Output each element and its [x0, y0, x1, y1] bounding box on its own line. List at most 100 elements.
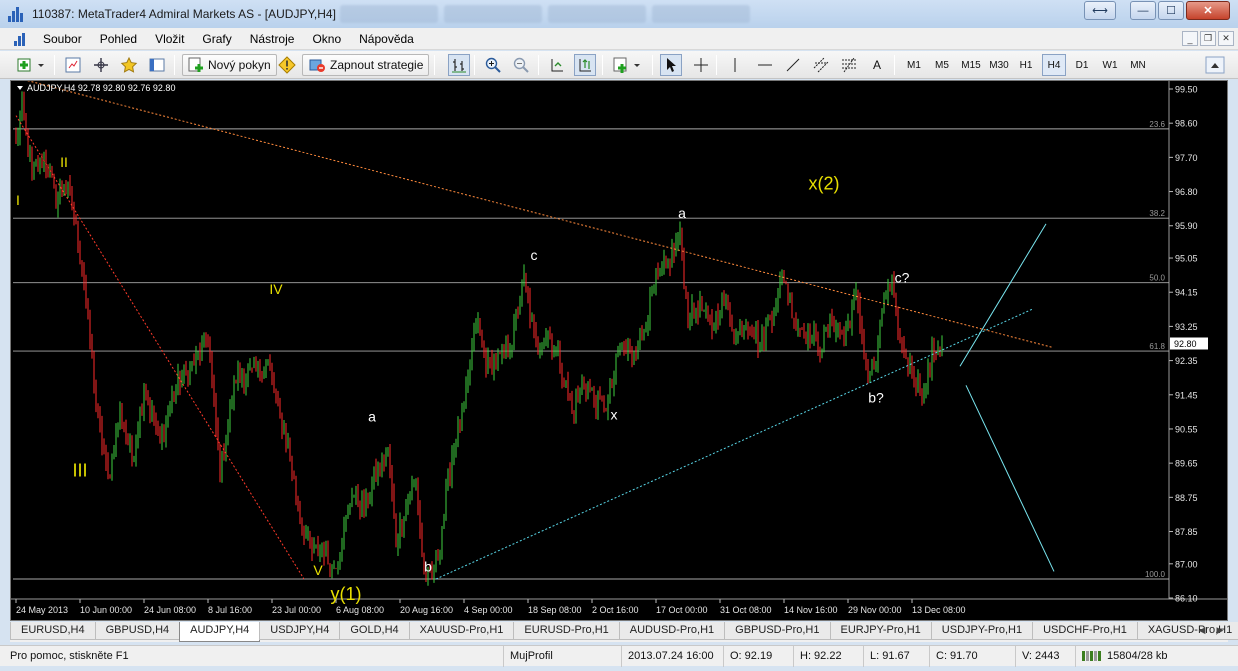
price-tick-label: 99.50 — [1175, 85, 1198, 95]
new-chart-button[interactable] — [14, 54, 48, 76]
zoom-in-icon[interactable] — [482, 54, 504, 76]
chart-area[interactable]: 99.50 98.60 97.70 96.80 95.90 95.05 94.15 93.25… — [10, 80, 1228, 621]
cursor-icon[interactable] — [660, 54, 682, 76]
close-button[interactable]: ✕ — [1186, 1, 1230, 20]
price-tick-label: 90.55 — [1175, 424, 1198, 434]
mdi-minimize-button[interactable]: _ — [1182, 31, 1198, 46]
chart-tab[interactable]: AUDJPY,H4 — [179, 622, 261, 642]
fibonacci-level-label: 50.0 — [1149, 274, 1165, 283]
autotrading-button[interactable]: Zapnout strategie — [302, 54, 430, 76]
timeframe-m30[interactable]: M30 — [985, 54, 1013, 76]
time-tick-label: 24 May 2013 — [16, 605, 68, 615]
status-traffic-text: 15804/28 kb — [1107, 650, 1168, 662]
wave-sublabel: a — [368, 408, 376, 424]
vertical-line-icon[interactable] — [724, 54, 746, 76]
mdi-close-button[interactable]: ✕ — [1218, 31, 1234, 46]
timeframe-d1[interactable]: D1 — [1070, 54, 1094, 76]
time-tick-label: 8 Jul 16:00 — [208, 605, 252, 615]
timeframe-m15[interactable]: M15 — [957, 54, 985, 76]
status-open: O: 92.19 — [723, 646, 793, 667]
menu-window[interactable]: Okno — [303, 32, 350, 46]
time-tick-label: 17 Oct 00:00 — [656, 605, 708, 615]
chart-tab[interactable]: GOLD,H4 — [339, 622, 410, 640]
left-decline-line — [15, 115, 305, 580]
chart-tab[interactable]: USDJPY,H4 — [259, 622, 341, 640]
fibonacci-icon[interactable] — [838, 54, 860, 76]
autoscroll-icon[interactable] — [574, 54, 596, 76]
tabs-right-arrow-icon[interactable]: ▶ — [1212, 622, 1228, 638]
chart-window-icon[interactable] — [14, 32, 28, 46]
price-tick-label: 91.45 — [1175, 390, 1198, 400]
fibonacci-level-label: 100.0 — [1145, 570, 1166, 579]
lower-trendline — [435, 308, 1033, 580]
chart-shift-icon[interactable] — [546, 54, 568, 76]
chart-tab[interactable]: GBPUSD-Pro,H1 — [724, 622, 831, 640]
price-tick-label: 95.90 — [1175, 221, 1198, 231]
terminal-icon[interactable] — [146, 54, 168, 76]
timeframe-m1[interactable]: M1 — [902, 54, 926, 76]
toolbar-chevron-icon[interactable] — [1204, 54, 1226, 76]
price-chart[interactable]: 99.50 98.60 97.70 96.80 95.90 95.05 94.15 93.25… — [11, 81, 1227, 620]
menu-charts[interactable]: Grafy — [193, 32, 240, 46]
status-profile[interactable]: MujProfil — [503, 646, 621, 667]
maximize-button[interactable]: ☐ — [1158, 1, 1184, 20]
minimize-button[interactable]: — — [1130, 1, 1156, 20]
favorites-icon[interactable] — [118, 54, 140, 76]
menu-file[interactable]: Soubor — [34, 32, 91, 46]
indicators-icon[interactable] — [610, 54, 644, 76]
menu-insert[interactable]: Vložit — [146, 32, 193, 46]
time-tick-label: 24 Jun 08:00 — [144, 605, 196, 615]
chart-tab[interactable]: USDCHF-Pro,H1 — [1032, 622, 1138, 640]
price-tick-label: 94.15 — [1175, 288, 1198, 298]
time-tick-label: 4 Sep 00:00 — [464, 605, 513, 615]
bar-chart-icon[interactable] — [448, 54, 470, 76]
wave-label: IV — [269, 281, 283, 297]
timeframe-h4[interactable]: H4 — [1042, 54, 1066, 76]
chart-tab[interactable]: AUDUSD-Pro,H1 — [618, 622, 726, 640]
time-tick-label: 18 Sep 08:00 — [528, 605, 582, 615]
trendline-icon[interactable] — [782, 54, 804, 76]
mt4-window: 110387: MetaTrader4 Admiral Markets AS -… — [0, 0, 1238, 671]
alert-icon[interactable] — [276, 54, 298, 76]
menu-help[interactable]: Nápověda — [350, 32, 423, 46]
time-tick-label: 2 Oct 16:00 — [592, 605, 639, 615]
price-tick-label: 96.80 — [1175, 187, 1198, 197]
time-tick-label: 13 Dec 08:00 — [912, 605, 966, 615]
new-order-button[interactable]: Nový pokyn — [182, 54, 277, 76]
timeframe-mn[interactable]: MN — [1125, 54, 1151, 76]
price-tick-label: 86.10 — [1175, 594, 1198, 604]
wave-sublabel: b? — [868, 389, 884, 405]
crosshair-icon[interactable] — [690, 54, 712, 76]
wave-label: I — [16, 192, 20, 208]
horizontal-line-icon[interactable] — [754, 54, 776, 76]
navigator-icon[interactable] — [90, 54, 112, 76]
time-tick-label: 14 Nov 16:00 — [784, 605, 838, 615]
resize-icon[interactable]: ⟷ — [1084, 1, 1116, 20]
timeframe-w1[interactable]: W1 — [1098, 54, 1122, 76]
equidistant-channel-icon[interactable] — [810, 54, 832, 76]
wave-sublabel: b — [424, 558, 432, 574]
chart-tab[interactable]: USDJPY-Pro,H1 — [930, 622, 1034, 640]
time-tick-label: 31 Oct 08:00 — [720, 605, 772, 615]
timeframe-m5[interactable]: M5 — [930, 54, 954, 76]
timeframe-h1[interactable]: H1 — [1014, 54, 1038, 76]
time-tick-label: 23 Jul 00:00 — [272, 605, 321, 615]
candlestick-series — [15, 91, 943, 586]
chart-tab[interactable]: EURUSD,H4 — [10, 622, 96, 640]
market-watch-icon[interactable] — [62, 54, 84, 76]
price-tick-label: 88.75 — [1175, 493, 1198, 503]
chart-tab[interactable]: XAUUSD-Pro,H1 — [408, 622, 515, 640]
chart-tab[interactable]: EURJPY-Pro,H1 — [829, 622, 932, 640]
tabs-left-arrow-icon[interactable]: ◀ — [1194, 622, 1210, 638]
chart-tab[interactable]: EURUSD-Pro,H1 — [513, 622, 620, 640]
text-tool-button[interactable]: A — [866, 54, 888, 76]
price-tick-label: 95.05 — [1175, 254, 1198, 264]
status-volume: V: 2443 — [1015, 646, 1075, 667]
chart-tab[interactable]: GBPUSD,H4 — [94, 622, 181, 640]
mdi-restore-button[interactable]: ❐ — [1200, 31, 1216, 46]
status-bar: Pro pomoc, stiskněte F1 MujProfil 2013.0… — [0, 645, 1238, 667]
menu-view[interactable]: Pohled — [91, 32, 146, 46]
zoom-out-icon[interactable] — [510, 54, 532, 76]
menu-tools[interactable]: Nástroje — [241, 32, 304, 46]
status-high: H: 92.22 — [793, 646, 863, 667]
